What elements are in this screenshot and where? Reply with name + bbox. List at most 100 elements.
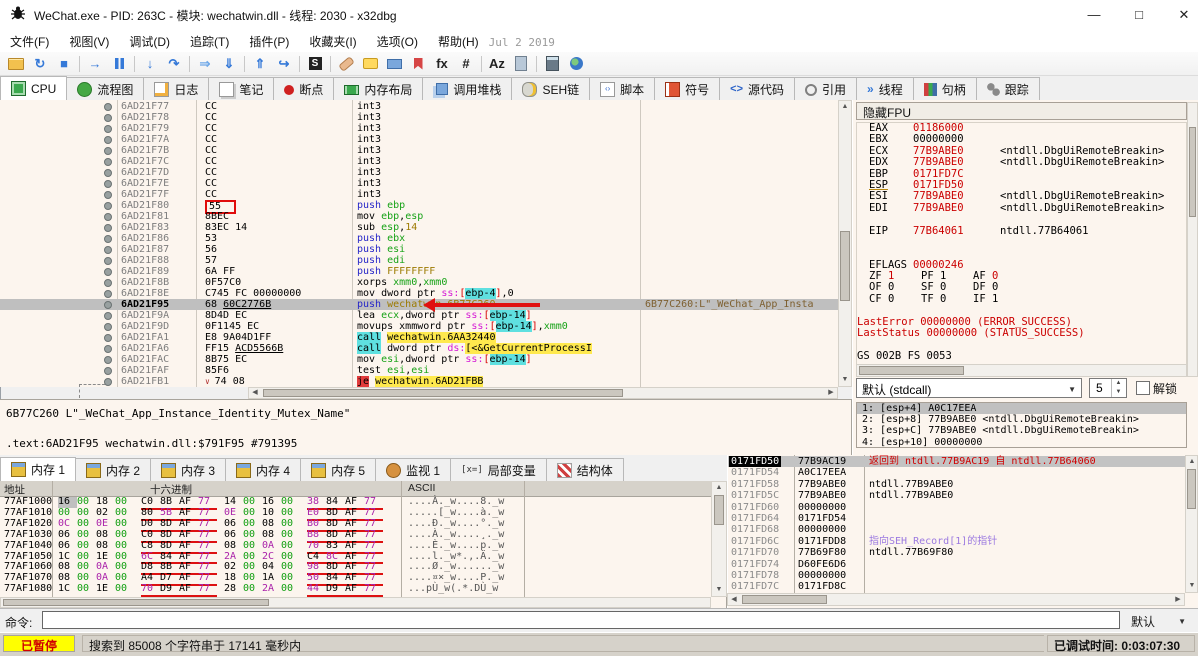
register-value[interactable]: 01186000 — [913, 123, 964, 134]
bottom-tab-内存4[interactable]: 内存 4 — [225, 458, 302, 481]
disasm-row[interactable]: 6AD21FA6 FF15 ACD5566B call dword ptr ds:[… — [0, 343, 838, 354]
tab-流程图[interactable]: 流程图 — [66, 77, 145, 100]
menu-item-i[interactable]: 收藏夹(I) — [299, 30, 366, 50]
registers-list[interactable]: EAX 01186000 EBX 00000000 ECX 77B9ABE0 <ntdll.… — [856, 122, 1187, 364]
breakpoint-dot-icon[interactable] — [104, 268, 112, 276]
register-value[interactable]: 0171FD50 — [913, 179, 964, 191]
stack-hscrollbar[interactable]: ◀ ▶ — [727, 593, 1185, 606]
disasm-row[interactable]: 6AD21F7B CC int3 — [0, 145, 838, 156]
disasm-row[interactable]: 6AD21FAF 85F6 test esi,esi — [0, 365, 838, 376]
breakpoint-dot-icon[interactable] — [104, 301, 112, 309]
disasm-row[interactable]: 6AD21F86 53 push ebx — [0, 233, 838, 244]
flag-cf[interactable]: CF 0 — [869, 293, 921, 305]
stack-row[interactable]: 0171FD68 00000000 — [728, 524, 1186, 535]
call-argument-row[interactable]: 4: [esp+10] 00000000 — [857, 437, 1186, 447]
stack-row[interactable]: 0171FD60 00000000 — [728, 502, 1186, 513]
tab-符号[interactable]: 符号 — [654, 77, 721, 100]
register-value[interactable]: 00000246 — [913, 259, 964, 271]
disasm-row[interactable]: 6AD21F83 83EC 14 sub esp,14 — [0, 222, 838, 233]
breakpoint-dot-icon[interactable] — [104, 312, 112, 320]
breakpoint-dot-icon[interactable] — [104, 334, 112, 342]
menu-item-f[interactable]: 文件(F) — [0, 30, 59, 50]
menu-item-h[interactable]: 帮助(H) — [428, 30, 489, 50]
disasm-row[interactable]: 6AD21F79 CC int3 — [0, 123, 838, 134]
call-argument-row[interactable]: 2: [esp+8] 77B9ABE0 <ntdll.DbgUiRemoteBr… — [857, 414, 1186, 425]
register-row[interactable]: EFLAGS 00000246 — [857, 259, 1186, 271]
internet-button[interactable] — [564, 53, 588, 75]
stack-row[interactable]: 0171FD70 77B69F80 ntdll.77B69F80 — [728, 547, 1186, 558]
breakpoint-dot-icon[interactable] — [104, 202, 112, 210]
remote-debug-button[interactable] — [509, 53, 533, 75]
stack-row[interactable]: 0171FD50 77B9AC19 返回到 ntdll.77B9AC19 自 ntd… — [728, 456, 1186, 468]
unlock-checkbox[interactable] — [1136, 381, 1150, 395]
disasm-row[interactable]: 6AD21F80 55 push ebp — [0, 200, 838, 214]
assemble-text-button[interactable]: Az — [485, 53, 509, 75]
memory-row[interactable]: 77AF1080 1C 00 1E 00 70 D9 AF 77 28 00 2A 00 44 D9 AF 77… — [0, 583, 710, 598]
bottom-tab-内存1[interactable]: 内存 1 — [0, 457, 77, 481]
tab-SEH链[interactable]: SEH链 — [511, 77, 591, 100]
menu-item-p[interactable]: 插件(P) — [239, 30, 299, 50]
register-row[interactable]: EAX 01186000 — [857, 123, 1186, 134]
stack-row[interactable]: 0171FD58 77B9ABE0 ntdll.77B9ABE0 — [728, 479, 1186, 490]
step-out-button[interactable]: ⇓ — [217, 53, 241, 75]
calculator-button[interactable] — [540, 53, 564, 75]
disasm-row[interactable]: 6AD21F7C CC int3 — [0, 156, 838, 167]
disasm-row[interactable]: 6AD21FAC 8B75 EC mov esi,dword ptr ss:[ebp… — [0, 354, 838, 365]
breakpoint-dot-icon[interactable] — [104, 125, 112, 133]
disasm-row[interactable]: 6AD21FA1 E8 9A04D1FF call wechatwin.6AA324… — [0, 332, 838, 343]
memory-row[interactable]: 77AF1040 06 00 08 00 C8 8D AF 77 08 00 0A 00 70 83 AF 77… — [0, 540, 710, 554]
attach-button[interactable]: ↪ — [272, 53, 296, 75]
disasm-row[interactable]: 6AD21FB1 ∨ 74 08 je wechatwin.6AD21FBB — [0, 376, 838, 387]
tab-断点[interactable]: 断点 — [273, 77, 335, 100]
register-value[interactable]: 00000000 — [913, 133, 964, 145]
disasm-row[interactable]: 6AD21F78 CC int3 — [0, 112, 838, 123]
step-over-button[interactable]: ↷ — [162, 53, 186, 75]
disasm-row[interactable]: 6AD21F9568 60C2776Bpush wechatwin.6B77C2… — [0, 299, 838, 310]
run-button[interactable]: → — [83, 53, 107, 75]
tab-句柄[interactable]: 句柄 — [912, 77, 977, 100]
disassembly-panel[interactable]: 6AD21F77 CC int3 6AD21F78 CC int3 6AD21F79 CC in… — [0, 100, 853, 387]
bookmarks-button[interactable] — [406, 53, 430, 75]
call-arguments-box[interactable]: 1: [esp+4] A0C17EEA 2: [esp+8] 77B9ABE0 <… — [856, 402, 1187, 448]
string-references-button[interactable] — [382, 53, 406, 75]
bottom-tab-内存3[interactable]: 内存 3 — [150, 458, 227, 481]
breakpoint-dot-icon[interactable] — [104, 246, 112, 254]
menu-item-v[interactable]: 视图(V) — [59, 30, 119, 50]
settings-button[interactable]: S — [303, 53, 327, 75]
breakpoint-dot-icon[interactable] — [104, 224, 112, 232]
disasm-vscrollbar[interactable]: ▲ ▼ — [838, 100, 852, 387]
patches-button[interactable] — [334, 53, 358, 75]
spinner-arrows-icon[interactable]: ▲ ▼ — [1111, 379, 1125, 397]
registers-panel[interactable]: 隐藏FPU EAX 01186000 EBX 00000000 ECX 77B9ABE0 <… — [852, 100, 1198, 455]
memory-row[interactable]: 77AF1030 06 00 08 00 C0 8D AF 77 06 00 08 00 B8 8D AF 77… — [0, 529, 710, 543]
flag-tf[interactable]: TF 0 — [921, 293, 973, 305]
tab-源代码[interactable]: <> 源代码 — [719, 77, 796, 100]
stack-row[interactable]: 0171FD6C 0171FDD8 指向SEH_Record[1]的指针 — [728, 536, 1186, 547]
breakpoint-dot-icon[interactable] — [104, 191, 112, 199]
hide-fpu-button[interactable]: 隐藏FPU — [856, 102, 1187, 120]
register-value[interactable]: 77B64061 — [913, 225, 964, 237]
menu-item-t[interactable]: 追踪(T) — [180, 30, 239, 50]
bottom-tab-结构体[interactable]: 结构体 — [545, 458, 624, 481]
tab-笔记[interactable]: 笔记 — [208, 77, 275, 100]
disasm-row[interactable]: 6AD21F8B 0F57C0 xorps xmm0,xmm0 — [0, 277, 838, 288]
tab-脚本[interactable]: ‹› 脚本 — [589, 77, 656, 100]
comments-button[interactable] — [358, 53, 382, 75]
disasm-hscrollbar[interactable]: ◀ ▶ — [248, 387, 838, 399]
breakpoint-dot-icon[interactable] — [104, 103, 112, 111]
run-to-user-code-button[interactable]: ⇑ — [248, 53, 272, 75]
bottom-tab-内存5[interactable]: 内存 5 — [300, 458, 377, 481]
breakpoint-dot-icon[interactable] — [104, 323, 112, 331]
disasm-row[interactable]: 6AD21F9D 0F1145 EC movups xmmword ptr ss:[… — [0, 321, 838, 332]
registers-vscrollbar[interactable] — [1187, 102, 1198, 377]
disasm-row[interactable]: 6AD21F7F CC int3 — [0, 189, 838, 200]
disasm-row[interactable]: 6AD21F87 56 push esi — [0, 244, 838, 255]
open-file-button[interactable] — [4, 53, 28, 75]
stack-row[interactable]: 0171FD74 D60FE6D6 — [728, 559, 1186, 570]
intermodular-calls-button[interactable]: fx — [430, 53, 454, 75]
register-value[interactable]: 77B9ABE0 — [913, 156, 964, 168]
crc-hash-button[interactable]: # — [454, 53, 478, 75]
tab-CPU[interactable]: CPU — [0, 76, 68, 100]
bottom-tab-监视1[interactable]: 监视 1 — [375, 458, 452, 481]
stop-debugging-button[interactable]: ■ — [52, 53, 76, 75]
